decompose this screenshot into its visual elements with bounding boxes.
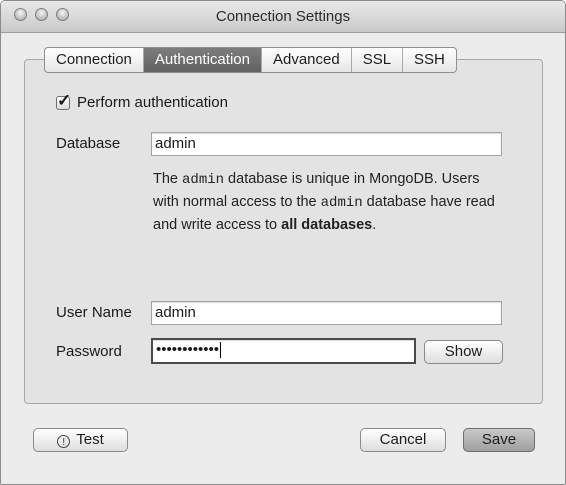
password-value: •••••••••••• <box>156 341 220 358</box>
test-button[interactable]: ! Test <box>33 428 128 452</box>
tab-advanced[interactable]: Advanced <box>262 48 352 72</box>
checkmark-icon: ✓ <box>57 90 72 110</box>
username-label: User Name <box>56 304 132 321</box>
password-label: Password <box>56 343 122 360</box>
tab-ssl[interactable]: SSL <box>352 48 404 72</box>
username-input[interactable]: admin <box>151 301 502 325</box>
connection-settings-window: Connection Settings Connection Authentic… <box>0 0 566 485</box>
perform-authentication-row: ✓ Perform authentication <box>56 91 228 111</box>
tab-connection[interactable]: Connection <box>45 48 144 72</box>
tab-bar: Connection Authentication Advanced SSL S… <box>44 47 457 73</box>
password-input[interactable]: •••••••••••• <box>151 338 416 364</box>
tab-authentication[interactable]: Authentication <box>143 48 262 72</box>
database-help-text: The admin database is unique in MongoDB.… <box>153 171 495 233</box>
database-label: Database <box>56 135 121 152</box>
text-caret <box>220 342 222 359</box>
perform-authentication-checkbox[interactable]: ✓ <box>56 91 71 110</box>
exclamation-circle-icon: ! <box>57 435 71 448</box>
window-title: Connection Settings <box>215 8 351 25</box>
save-button[interactable]: Save <box>463 428 535 452</box>
test-label: Test <box>76 431 104 448</box>
cancel-button[interactable]: Cancel <box>360 428 446 452</box>
title-bar[interactable]: Connection Settings <box>1 1 565 33</box>
database-input[interactable]: admin <box>151 132 502 156</box>
perform-authentication-label[interactable]: Perform authentication <box>77 94 228 111</box>
tab-ssh[interactable]: SSH <box>403 48 456 72</box>
show-password-button[interactable]: Show <box>424 340 503 364</box>
